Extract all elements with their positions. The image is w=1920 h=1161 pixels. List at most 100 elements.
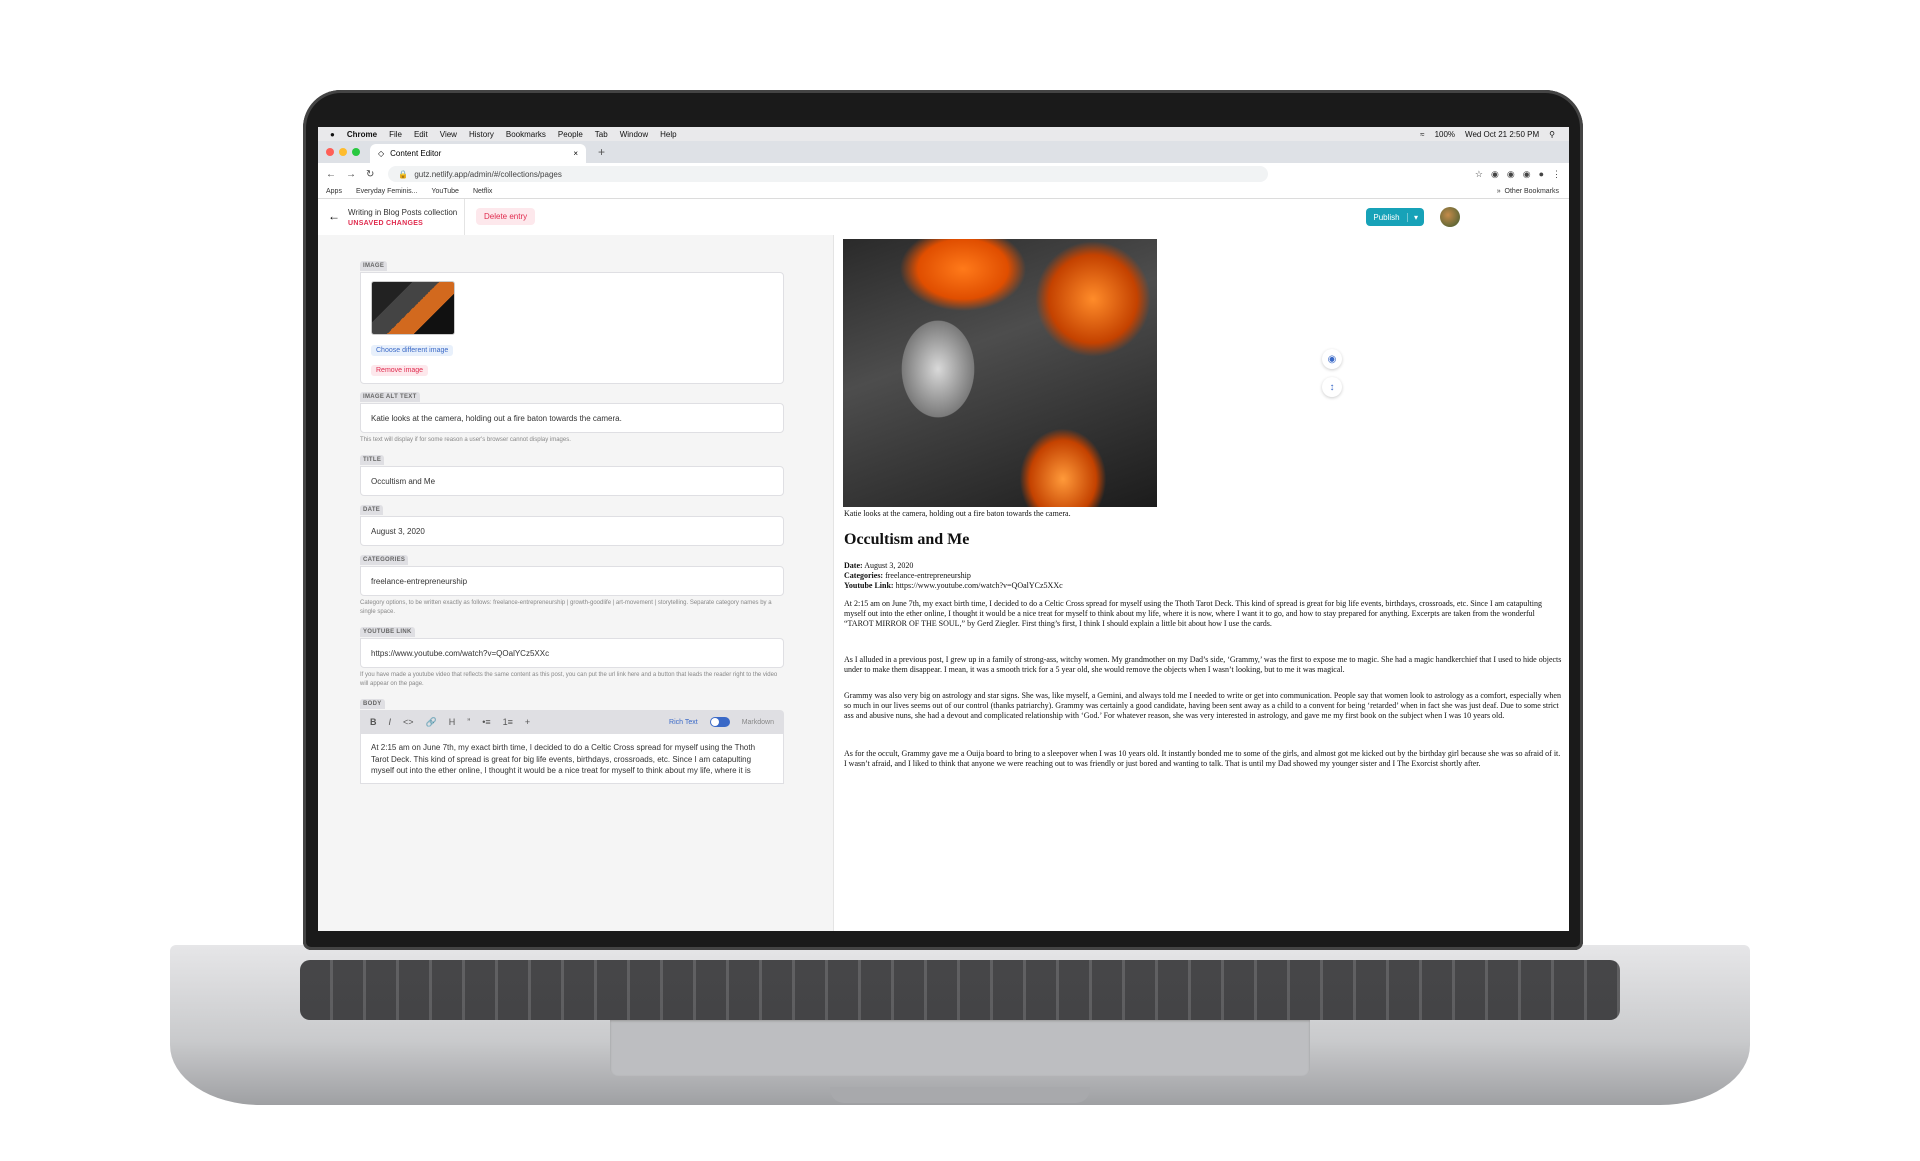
alt-text-field: IMAGE ALT TEXT Katie looks at the camera… [360, 385, 784, 445]
favicon-icon: ◇ [378, 149, 385, 158]
menu-app-name[interactable]: Chrome [347, 130, 377, 139]
extension-icon[interactable]: ◉ [1507, 169, 1515, 180]
date-value: August 3, 2020 [862, 561, 914, 570]
menu-bookmarks[interactable]: Bookmarks [506, 130, 546, 139]
reload-icon[interactable]: ↻ [366, 169, 374, 180]
publish-button[interactable]: Publish ▾ [1366, 208, 1424, 226]
menu-file[interactable]: File [389, 130, 402, 139]
menu-window[interactable]: Window [620, 130, 648, 139]
lock-icon: 🔒 [398, 169, 409, 179]
avatar[interactable] [1440, 207, 1460, 227]
youtube-value: https://www.youtube.com/watch?v=QOalYCz5… [893, 581, 1063, 590]
spotlight-icon[interactable]: ⚲ [1549, 130, 1555, 139]
preview-controls: ◉ ↕ [1322, 349, 1342, 397]
collection-link[interactable]: Writing in Blog Posts collection [348, 208, 457, 217]
youtube-input[interactable]: https://www.youtube.com/watch?v=QOalYCz5… [360, 638, 784, 668]
menu-view[interactable]: View [440, 130, 457, 139]
bookmark-youtube[interactable]: YouTube [431, 188, 459, 195]
nav-buttons: ← → ↻ [318, 169, 374, 180]
macos-menubar: ● Chrome File Edit View History Bookmark… [318, 127, 1569, 141]
bookmark-apps[interactable]: Apps [326, 188, 342, 195]
bookmark-other[interactable]: » Other Bookmarks [1497, 188, 1569, 195]
markdown-toggle[interactable] [709, 717, 730, 727]
image-caption: Katie looks at the camera, holding out a… [844, 509, 1071, 518]
date-input[interactable]: August 3, 2020 [360, 516, 784, 546]
title-field: TITLE Occultism and Me [360, 448, 784, 496]
extension-icon[interactable]: ◉ [1491, 169, 1499, 180]
menu-history[interactable]: History [469, 130, 494, 139]
bookmark-feminist[interactable]: Everyday Feminis... [356, 188, 417, 195]
extension-icon[interactable]: ◉ [1523, 169, 1531, 180]
bookmark-netflix[interactable]: Netflix [473, 188, 492, 195]
kebab-menu-icon[interactable]: ⋮ [1552, 169, 1561, 180]
url-text: gutz.netlify.app/admin/#/collections/pag… [414, 169, 562, 179]
wifi-icon[interactable]: ≈ [1420, 130, 1424, 139]
rich-text-label: Rich Text [669, 718, 698, 726]
image-thumbnail [371, 281, 455, 335]
address-bar-row: ← → ↻ 🔒 gutz.netlify.app/admin/#/collect… [318, 163, 1569, 185]
publish-label: Publish [1366, 212, 1408, 222]
title-input[interactable]: Occultism and Me [360, 466, 784, 496]
paragraph: At 2:15 am on June 7th, my exact birth t… [844, 599, 1542, 628]
chevron-down-icon[interactable]: ▾ [1408, 213, 1424, 222]
zoom-window-icon[interactable] [352, 148, 360, 156]
bulleted-list-icon[interactable]: •≡ [482, 717, 490, 727]
remove-image-button[interactable]: Remove image [371, 365, 429, 376]
youtube-label: Youtube Link: [844, 581, 894, 590]
menu-help[interactable]: Help [660, 130, 676, 139]
field-label: CATEGORIES [360, 555, 409, 565]
body-editor[interactable]: At 2:15 am on June 7th, my exact birth t… [360, 734, 784, 784]
heading-icon[interactable]: H [449, 717, 456, 727]
tab-strip: ◇ Content Editor × + [318, 141, 1569, 163]
categories-field: CATEGORIES freelance-entrepreneurship Ca… [360, 548, 784, 617]
close-window-icon[interactable] [326, 148, 334, 156]
menu-edit[interactable]: Edit [414, 130, 428, 139]
new-tab-button[interactable]: + [598, 145, 605, 159]
link-icon[interactable]: 🔗 [426, 717, 437, 728]
sync-scroll-icon[interactable]: ↕ [1322, 377, 1342, 397]
divider [464, 199, 465, 235]
delete-entry-button[interactable]: Delete entry [476, 208, 536, 225]
clock[interactable]: Wed Oct 21 2:50 PM [1465, 130, 1539, 139]
menubar-status: ≈ 100% Wed Oct 21 2:50 PM ⚲ [1420, 130, 1569, 139]
lid-notch [830, 1087, 1090, 1103]
add-component-icon[interactable]: + [525, 717, 530, 727]
bold-icon[interactable]: B [370, 717, 377, 727]
apple-icon[interactable]: ● [330, 130, 335, 139]
paragraph: As I alluded in a previous post, I grew … [844, 655, 1562, 674]
profile-icon[interactable]: ● [1539, 169, 1544, 180]
menu-people[interactable]: People [558, 130, 583, 139]
screen: ● Chrome File Edit View History Bookmark… [318, 127, 1569, 931]
image-field: IMAGE Choose different image Remove imag… [360, 254, 784, 384]
forward-arrow-icon[interactable]: → [346, 169, 356, 180]
alt-text-input[interactable]: Katie looks at the camera, holding out a… [360, 403, 784, 433]
field-hint: Category options, to be written exactly … [360, 600, 772, 615]
unsaved-badge: UNSAVED CHANGES [348, 220, 424, 227]
numbered-list-icon[interactable]: 1≡ [503, 717, 513, 727]
quote-icon[interactable]: ” [467, 717, 470, 727]
body-field: BODY B I <> 🔗 H ” •≡ 1≡ + Rich Text Mark… [360, 692, 784, 784]
url-field[interactable]: 🔒 gutz.netlify.app/admin/#/collections/p… [388, 166, 1269, 182]
date-field: DATE August 3, 2020 [360, 498, 784, 546]
back-arrow-icon[interactable]: ← [328, 209, 340, 223]
eye-icon[interactable]: ◉ [1322, 349, 1342, 369]
field-label: IMAGE [360, 261, 388, 271]
choose-image-button[interactable]: Choose different image [371, 345, 454, 356]
minimize-window-icon[interactable] [339, 148, 347, 156]
battery-label[interactable]: 100% [1435, 130, 1455, 139]
youtube-field: YOUTUBE LINK https://www.youtube.com/wat… [360, 620, 784, 689]
editor-pane: IMAGE Choose different image Remove imag… [318, 235, 833, 931]
close-tab-icon[interactable]: × [573, 149, 578, 158]
field-hint: If you have made a youtube video that re… [360, 672, 778, 687]
back-arrow-icon[interactable]: ← [326, 169, 336, 180]
field-hint: This text will display if for some reaso… [360, 437, 571, 443]
tab-content-editor[interactable]: ◇ Content Editor × [370, 144, 586, 163]
star-icon[interactable]: ☆ [1475, 169, 1483, 180]
code-icon[interactable]: <> [403, 717, 414, 727]
field-label: IMAGE ALT TEXT [360, 392, 420, 402]
date-label: Date: [844, 561, 863, 570]
menu-tab[interactable]: Tab [595, 130, 608, 139]
image-widget: Choose different image Remove image [360, 272, 784, 384]
italic-icon[interactable]: I [389, 717, 392, 727]
categories-input[interactable]: freelance-entrepreneurship [360, 566, 784, 596]
